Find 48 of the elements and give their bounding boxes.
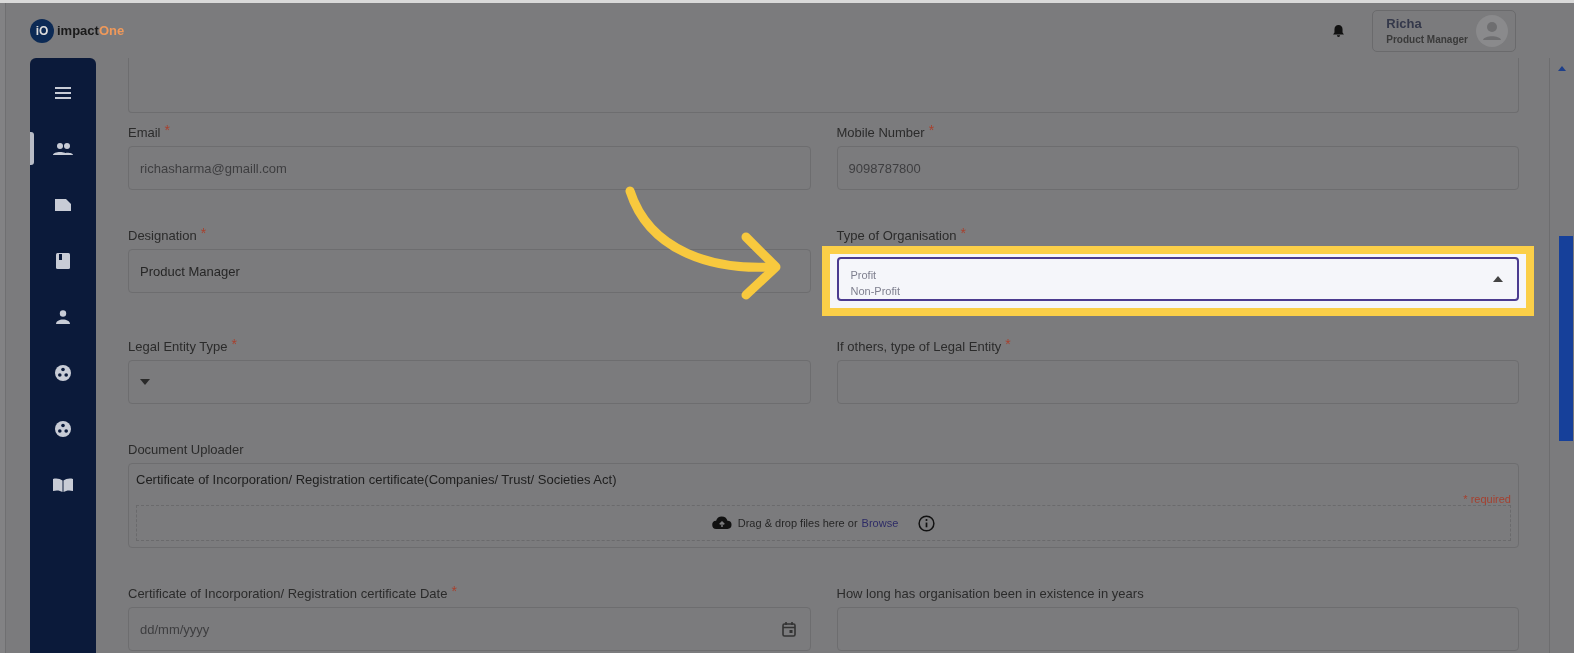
drop-zone[interactable]: Drag & drop files here or Browse — [136, 505, 1511, 541]
select-field[interactable]: Profit Non-Profit — [836, 257, 1519, 301]
caret-icon — [140, 379, 150, 385]
caret-icon — [1493, 276, 1503, 282]
people-icon — [53, 141, 73, 156]
scrollbar[interactable] — [1549, 58, 1574, 653]
field-label: Designation — [128, 228, 197, 243]
field-label: Certificate of Incorporation/ Registration certificate Date — [128, 586, 448, 601]
field-label: Document Uploader — [128, 442, 244, 457]
cloud-upload-icon — [711, 516, 732, 530]
open-book-icon — [53, 477, 73, 492]
field-label: How long has organisation been in existence in years — [836, 586, 1144, 601]
scroll-thumb[interactable] — [1559, 236, 1573, 441]
avatar-icon — [1476, 14, 1508, 47]
browse-link[interactable]: Browse — [861, 517, 899, 529]
scroll-up-icon[interactable] — [1558, 66, 1566, 71]
date-field[interactable]: dd/mm/yyyy — [128, 607, 811, 651]
dropdown-option[interactable]: Profit — [850, 269, 901, 281]
date-placeholder: dd/mm/yyyy — [140, 621, 210, 637]
required-asterisk: * — [960, 225, 966, 241]
required-note: * required — [1463, 493, 1511, 505]
field-label: Mobile Number — [836, 125, 925, 140]
field-label: If others, type of Legal Entity — [836, 339, 1002, 354]
menu-icon — [55, 86, 71, 99]
select-field[interactable] — [128, 360, 811, 404]
reel-icon — [55, 420, 71, 437]
calendar-icon[interactable] — [781, 621, 796, 637]
drop-text: Drag & drop files here or — [737, 517, 858, 529]
input-field[interactable]: Product Manager — [128, 249, 811, 293]
required-asterisk: * — [451, 583, 457, 599]
dropdown-option[interactable]: Non-Profit — [850, 285, 901, 297]
field-label: Legal Entity Type — [128, 339, 228, 354]
required-asterisk: * — [231, 336, 237, 352]
info-icon[interactable] — [918, 514, 936, 532]
logo-mark: iO — [30, 18, 54, 43]
logo-text: impactOne — [57, 23, 125, 38]
reel-icon — [55, 364, 71, 381]
field-label: Email — [128, 125, 161, 140]
required-asterisk: * — [1005, 336, 1011, 352]
field-label: Type of Organisation — [836, 228, 957, 243]
required-asterisk: * — [928, 122, 935, 138]
document-title: Certificate of Incorporation/ Registration certificate(Companies/ Trust/ Societies Act) — [136, 472, 618, 487]
required-asterisk: * — [164, 122, 170, 138]
book-icon — [56, 252, 70, 269]
person-icon — [56, 309, 70, 324]
required-asterisk: * — [200, 225, 207, 241]
tag-icon — [54, 197, 72, 212]
user-menu[interactable]: Richa Product Manager — [1372, 9, 1516, 52]
